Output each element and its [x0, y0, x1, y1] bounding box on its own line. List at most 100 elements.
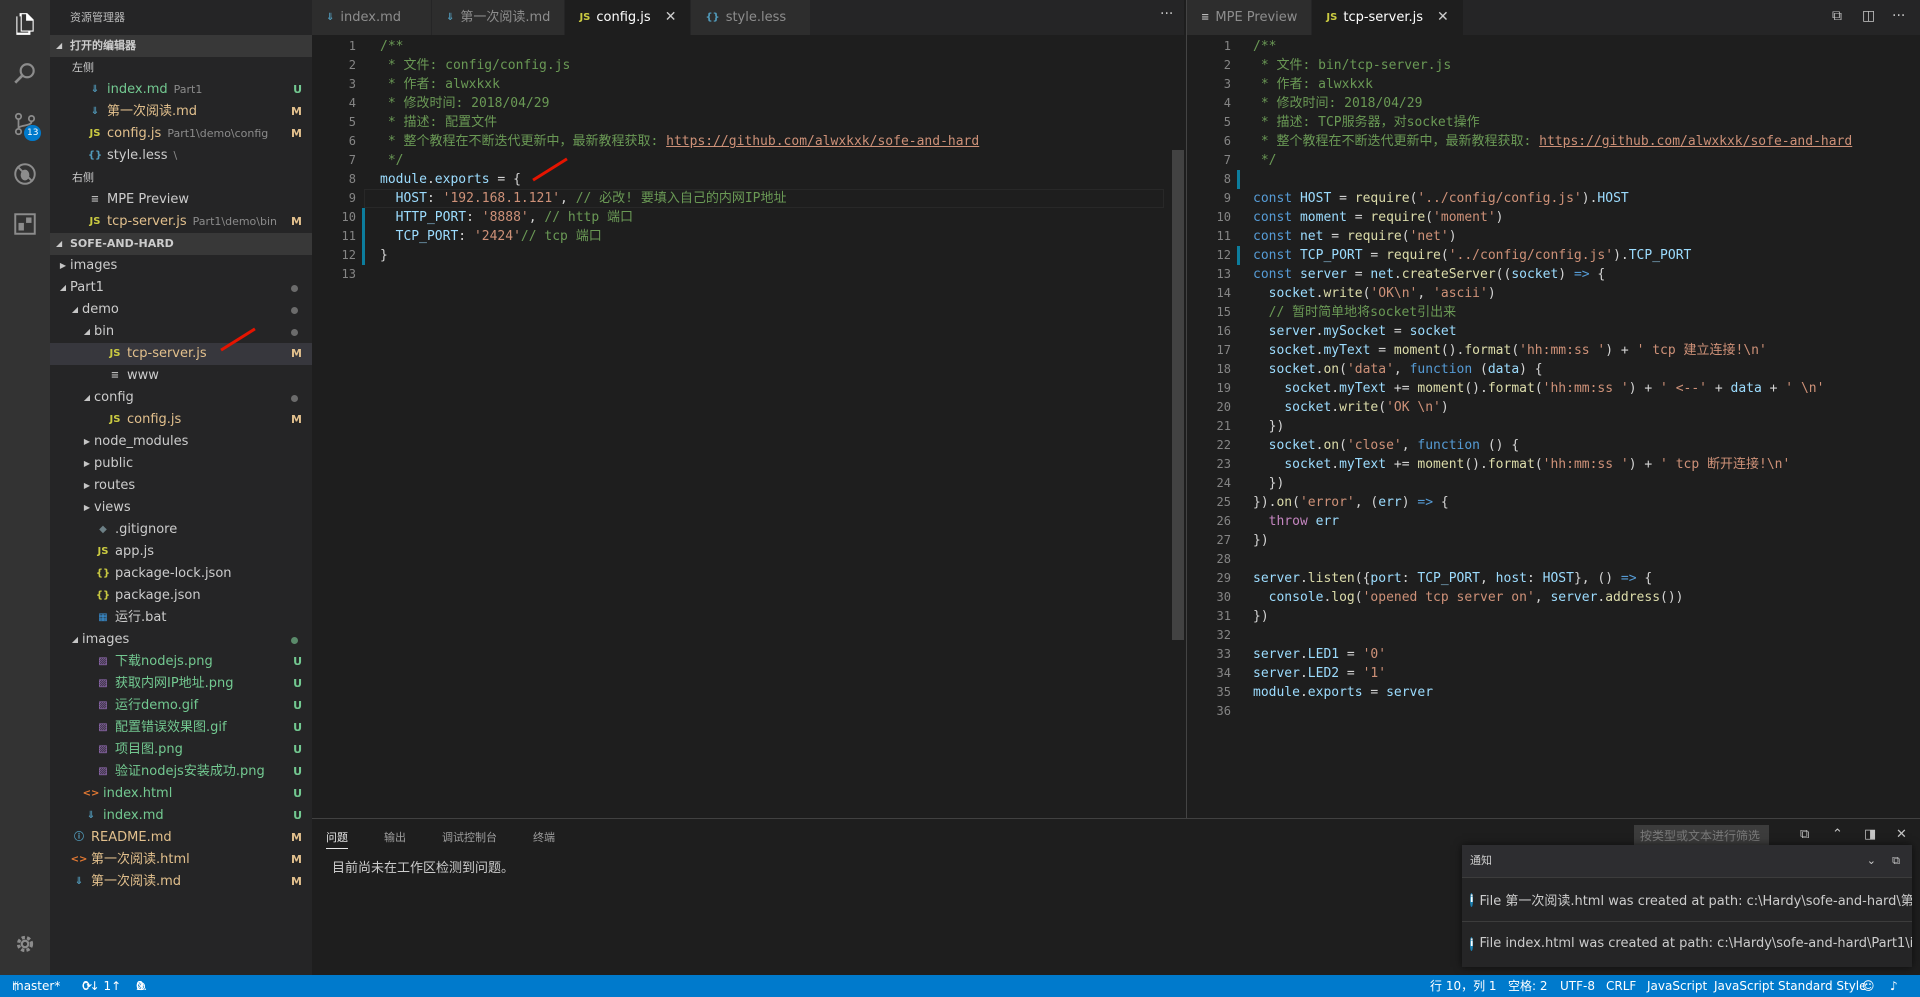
collapse-all-icon[interactable]: ⧉ — [1800, 827, 1809, 842]
code-token: server — [1299, 267, 1347, 282]
folder-item[interactable]: ▶ views — [50, 497, 312, 519]
problems-filter-input[interactable]: 按类型或文本进行筛选 — [1634, 825, 1769, 847]
tab-------md[interactable]: ⇓ 第一次阅读.md — [432, 0, 566, 35]
file-item[interactable]: JS config.js M — [50, 409, 312, 431]
split-editor-icon[interactable]: ◫ — [1862, 8, 1875, 24]
code-token: ( — [1440, 248, 1449, 263]
file-item[interactable]: ⓘ README.md M — [50, 827, 312, 849]
line-ending[interactable]: CRLF — [1606, 975, 1636, 997]
code-line: const TCP_PORT = require('../config/conf… — [1253, 246, 1691, 265]
open-editor-item[interactable]: {} style.less \ — [50, 145, 312, 167]
code-token: HOST — [1597, 191, 1629, 206]
search-icon[interactable] — [0, 50, 50, 98]
open-editor-path: Part1\demo\bin — [192, 215, 278, 228]
tab-index-md[interactable]: ⇓ index.md — [312, 0, 432, 35]
toggle-panel-icon[interactable]: ◨ — [1864, 827, 1876, 842]
folder-item[interactable]: ▶ routes — [50, 475, 312, 497]
file-item[interactable]: <> 第一次阅读.html M — [50, 849, 312, 871]
code-token: ) — [1448, 229, 1457, 244]
panel-tab[interactable]: 调试控制台 — [442, 827, 497, 849]
code-line: throw err — [1253, 512, 1339, 531]
tab-config-js[interactable]: JS config.js ✕ — [565, 0, 692, 35]
tcp-server-js-editor[interactable]: 1 /** 2 * 文件: bin/tcp-server.js 3 * 作者: alw… — [1186, 35, 1920, 818]
open-preview-icon[interactable]: ⧉ — [1832, 8, 1842, 24]
language-mode[interactable]: JavaScript — [1647, 975, 1707, 997]
file-item[interactable]: ≡ www — [50, 365, 312, 387]
close-icon[interactable]: ✕ — [1896, 827, 1907, 842]
feedback-icon[interactable]: ☺ — [1862, 975, 1875, 997]
file-item[interactable]: ▨ 获取内网IP地址.png U — [50, 673, 312, 695]
file-item[interactable]: ▨ 配置错误效果图.gif U — [50, 717, 312, 739]
close-icon[interactable]: ✕ — [665, 0, 677, 35]
file-item[interactable]: ⇓ 第一次阅读.md M — [50, 871, 312, 893]
file-item[interactable]: {} package-lock.json — [50, 563, 312, 585]
file-item[interactable]: ▨ 运行demo.gif U — [50, 695, 312, 717]
panel-tab[interactable]: 输出 — [384, 827, 406, 849]
code-token: mySocket — [1323, 324, 1387, 339]
tab-mpe-preview[interactable]: ≡ MPE Preview — [1187, 0, 1313, 35]
debug-icon[interactable] — [0, 150, 50, 198]
file-item[interactable]: ◆ .gitignore — [50, 519, 312, 541]
open-editor-item[interactable]: ⇓ index.md Part1 U — [50, 79, 312, 101]
folder-item[interactable]: ◢ config — [50, 387, 312, 409]
chevron-up-icon[interactable]: ⌃ — [1832, 827, 1843, 842]
notifications-bell-icon[interactable]: ♪ — [1890, 975, 1898, 997]
folder-item[interactable]: ▶ public — [50, 453, 312, 475]
folder-item[interactable]: ◢ bin — [50, 321, 312, 343]
tree-item-name: images — [82, 632, 130, 647]
file-item[interactable]: <> index.html U — [50, 783, 312, 805]
chevron-down-icon: ◢ — [71, 635, 79, 644]
tab-style-less[interactable]: {} style.less — [691, 0, 812, 35]
code-token: = — [1323, 229, 1347, 244]
open-editors-header[interactable]: ◢ 打开的编辑器 — [50, 35, 312, 57]
file-item[interactable]: ▨ 项目图.png U — [50, 739, 312, 761]
open-editor-item[interactable]: JS config.js Part1\demo\config M — [50, 123, 312, 145]
notification-item[interactable]: i File index.html was created at path: c:… — [1462, 921, 1912, 965]
more-actions-icon[interactable]: ··· — [1160, 6, 1173, 22]
open-editor-item[interactable]: ≡ MPE Preview — [50, 189, 312, 211]
project-header[interactable]: ◢ SOFE-AND-HARD — [50, 233, 312, 255]
tab-label: index.md — [340, 10, 402, 25]
folder-item[interactable]: ◢ images — [50, 629, 312, 651]
more-actions-icon[interactable]: ··· — [1892, 8, 1905, 24]
extensions-icon[interactable] — [0, 200, 50, 248]
code-token: }) — [1253, 476, 1285, 491]
file-item[interactable]: ▦ 运行.bat — [50, 607, 312, 629]
clear-all-icon[interactable]: ⧉ — [1892, 845, 1900, 877]
folder-item[interactable]: ◢ Part1 — [50, 277, 312, 299]
indentation[interactable]: 空格: 2 — [1508, 975, 1548, 997]
left-scrollbar[interactable] — [1172, 150, 1184, 640]
file-item[interactable]: JS tcp-server.js M — [50, 343, 312, 365]
code-token: https://github.com/alwxkxk/sofe-and-hard — [666, 134, 980, 149]
panel-tab[interactable]: 问题 — [326, 827, 348, 849]
file-item[interactable]: ▨ 下载nodejs.png U — [50, 651, 312, 673]
open-editor-item[interactable]: ⇓ 第一次阅读.md M — [50, 101, 312, 123]
tab-tcp-server-js[interactable]: JS tcp-server.js ✕ — [1312, 0, 1464, 35]
panel-tab[interactable]: 终端 — [533, 827, 555, 849]
chevron-down-icon[interactable]: ⌄ — [1867, 845, 1876, 877]
file-item[interactable]: JS app.js — [50, 541, 312, 563]
info-icon: i — [1470, 936, 1474, 951]
open-editor-item[interactable]: JS tcp-server.js Part1\demo\bin M — [50, 211, 312, 233]
file-item[interactable]: {} package.json — [50, 585, 312, 607]
file-item[interactable]: ▨ 验证nodejs安装成功.png U — [50, 761, 312, 783]
gear-icon[interactable] — [0, 920, 50, 968]
source-control-icon[interactable] — [0, 100, 50, 148]
cursor-position[interactable]: 行 10，列 1 — [1430, 975, 1497, 997]
tree-item-name: 第一次阅读.html — [91, 852, 190, 867]
folder-item[interactable]: ▶ images — [50, 255, 312, 277]
html-file-icon: <> — [82, 788, 100, 799]
notification-item[interactable]: i File 第一次阅读.html was created at path: c:… — [1462, 877, 1912, 921]
config-js-editor[interactable]: 1 /** 2 * 文件: config/config.js 3 * 作者: alwx… — [312, 35, 1184, 818]
close-icon[interactable]: ✕ — [1437, 0, 1449, 35]
image-file-icon: ▨ — [98, 678, 108, 689]
tree-item-name: Part1 — [70, 280, 104, 295]
linter-status[interactable]: JavaScript Standard Style — [1714, 975, 1867, 997]
image-file-icon: ▨ — [98, 766, 108, 777]
file-item[interactable]: ⇓ index.md U — [50, 805, 312, 827]
tree-item-name: views — [94, 500, 131, 515]
folder-item[interactable]: ◢ demo — [50, 299, 312, 321]
explorer-icon[interactable] — [0, 0, 50, 48]
encoding[interactable]: UTF-8 — [1560, 975, 1595, 997]
folder-item[interactable]: ▶ node_modules — [50, 431, 312, 453]
